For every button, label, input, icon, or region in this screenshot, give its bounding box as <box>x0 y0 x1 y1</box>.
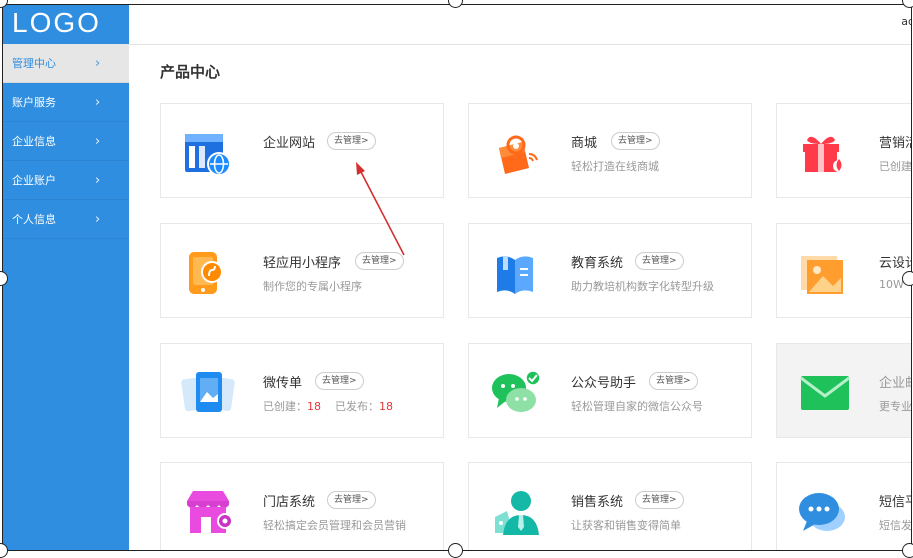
resize-handle-right[interactable] <box>902 271 913 286</box>
app-window: LOGO 管理中心 › 账户服务 › 企业信息 › 企业账户 › 个人信息 › <box>2 4 912 551</box>
resize-handle-bottom-right[interactable] <box>902 543 913 558</box>
resize-handle-bottom[interactable] <box>448 543 463 558</box>
annotation-arrow-icon <box>356 162 405 256</box>
